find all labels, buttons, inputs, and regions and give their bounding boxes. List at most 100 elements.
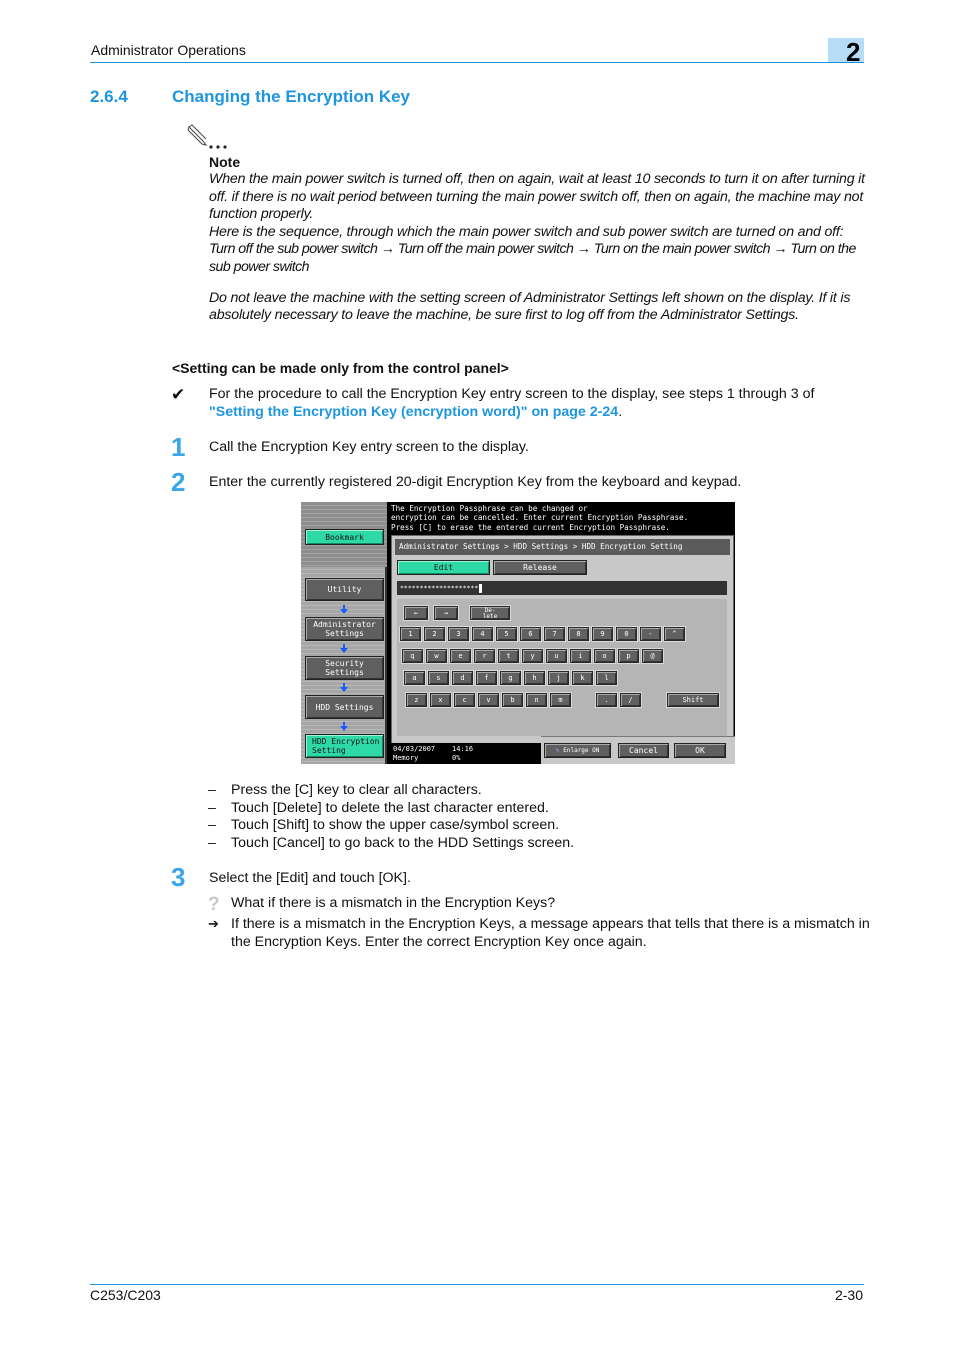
soft-keyboard: ← → De- lete Shift 1 2 3 4 5 6 7 8 9 0- ^ q w e r t y u i o… <box>397 599 727 736</box>
note-paragraph: Do not leave the machine with the settin… <box>209 289 851 324</box>
screen-breadcrumb: Administrator Settings > HDD Settings > … <box>395 539 730 555</box>
keyboard-key[interactable]: t <box>498 649 519 663</box>
note-item: – Touch [Delete] to delete the last chara… <box>208 799 549 816</box>
status-readout: 04/03/2007 14:16 Memory 0% <box>391 743 541 764</box>
footer-model: C253/C203 <box>90 1287 161 1303</box>
control-panel-heading: <Setting can be made only from the contr… <box>172 360 509 376</box>
keyboard-key[interactable]: j <box>548 671 569 685</box>
keyboard-key[interactable]: ^ <box>664 627 685 641</box>
text-caret <box>479 583 483 593</box>
question-icon: ? <box>208 894 220 915</box>
memory-label: Memory <box>393 754 419 762</box>
cursor-right-key[interactable]: → <box>434 606 458 620</box>
keyboard-key[interactable]: h <box>524 671 545 685</box>
screen-message: The Encryption Passphrase can be changed… <box>391 504 689 532</box>
arrow-right-icon: ➔ <box>208 916 219 931</box>
delete-key[interactable]: De- lete <box>470 606 510 620</box>
note-paragraph: Turn off the sub power switch → Turn off… <box>209 241 856 275</box>
screen-bottom-bar: ✎ Enlarge ON Cancel OK <box>541 736 735 764</box>
keyboard-key[interactable]: s <box>428 671 449 685</box>
keyboard-key[interactable]: 9 <box>592 627 613 641</box>
keyboard-key[interactable]: 7 <box>544 627 565 641</box>
step-text: Call the Encryption Key entry screen to … <box>209 439 529 455</box>
keyboard-key[interactable]: a <box>404 671 425 685</box>
keyboard-key[interactable]: - <box>640 627 661 641</box>
edit-tab[interactable]: Edit <box>397 560 490 575</box>
pencil-note-icon <box>187 124 227 149</box>
keyboard-key[interactable]: 3 <box>448 627 469 641</box>
footer-page-number: 2-30 <box>834 1287 863 1303</box>
keyboard-key[interactable]: 1 <box>400 627 421 641</box>
faq-answer: If there is a mismatch in the Encryption… <box>231 916 870 950</box>
faq-question: What if there is a mismatch in the Encry… <box>231 895 556 911</box>
keyboard-key[interactable]: @ <box>642 649 663 663</box>
prerequisite-text-before: For the procedure to call the Encryption… <box>209 386 815 402</box>
step-2-notes: – Press the [C] key to clear all characte… <box>208 782 574 852</box>
screen-sidebar: Bookmark Utility Administrator Settings … <box>301 502 387 764</box>
section-number: 2.6.4 <box>90 87 128 106</box>
enlarge-button[interactable]: ✎ Enlarge ON <box>544 743 611 758</box>
cancel-button[interactable]: Cancel <box>618 743 669 758</box>
prerequisite-text: For the procedure to call the Encryption… <box>209 386 869 421</box>
path-hdd-encryption-button[interactable]: HDD Encryption Setting <box>305 734 384 758</box>
keyboard-key[interactable]: 6 <box>520 627 541 641</box>
keyboard-key[interactable]: z <box>406 693 427 707</box>
keyboard-key[interactable]: q <box>402 649 423 663</box>
keyboard-key[interactable]: l <box>596 671 617 685</box>
step-text: Select the [Edit] and touch [OK]. <box>209 870 411 886</box>
keyboard-key[interactable]: n <box>526 693 547 707</box>
control-panel-screenshot: Bookmark Utility Administrator Settings … <box>301 502 735 764</box>
keyboard-key[interactable]: . <box>596 693 617 707</box>
keyboard-key[interactable]: u <box>546 649 567 663</box>
keyboard-key[interactable]: i <box>570 649 591 663</box>
shift-key[interactable]: Shift <box>667 693 719 707</box>
path-admin-settings-button[interactable]: Administrator Settings <box>305 617 384 641</box>
bookmark-button[interactable]: Bookmark <box>305 529 384 545</box>
keyboard-key[interactable]: x <box>430 693 451 707</box>
keyboard-key[interactable]: p <box>618 649 639 663</box>
path-hdd-settings-button[interactable]: HDD Settings <box>305 695 384 719</box>
status-date: 04/03/2007 <box>393 745 436 753</box>
step-number: 3 <box>171 862 186 892</box>
step-number: 2 <box>171 467 186 497</box>
release-tab[interactable]: Release <box>493 560 587 575</box>
arrow-down-icon <box>340 683 348 692</box>
arrow-down-icon <box>340 722 348 731</box>
keyboard-key[interactable]: g <box>500 671 521 685</box>
note-paragraph: Here is the sequence, through which the … <box>209 223 844 240</box>
path-security-settings-button[interactable]: Security Settings <box>305 656 384 680</box>
keyboard-key[interactable]: 2 <box>424 627 445 641</box>
header-rule <box>90 62 864 63</box>
cross-reference-link[interactable]: "Setting the Encryption Key (encryption … <box>209 404 618 420</box>
keyboard-key[interactable]: 5 <box>496 627 517 641</box>
running-header-title: Administrator Operations <box>91 42 246 58</box>
passphrase-input[interactable]: ******************** <box>397 581 727 595</box>
keyboard-key[interactable]: f <box>476 671 497 685</box>
encryption-panel: Administrator Settings > HDD Settings > … <box>391 535 734 759</box>
keyboard-key[interactable]: r <box>474 649 495 663</box>
keyboard-key[interactable]: d <box>452 671 473 685</box>
keyboard-key[interactable]: e <box>450 649 471 663</box>
prerequisite-text-after: . <box>618 403 623 420</box>
keyboard-key[interactable]: 4 <box>472 627 493 641</box>
keyboard-key[interactable]: / <box>620 693 641 707</box>
keyboard-key[interactable]: v <box>478 693 499 707</box>
keyboard-key[interactable]: 8 <box>568 627 589 641</box>
footer-rule <box>90 1284 864 1285</box>
path-utility-button[interactable]: Utility <box>305 578 384 601</box>
enlarge-icon: ✎ <box>555 747 560 754</box>
keyboard-key[interactable]: y <box>522 649 543 663</box>
keyboard-key[interactable]: 0 <box>616 627 637 641</box>
keyboard-key[interactable]: o <box>594 649 615 663</box>
keyboard-key[interactable]: c <box>454 693 475 707</box>
note-body: When the main power switch is turned off… <box>209 171 869 325</box>
note-item: – Press the [C] key to clear all characte… <box>208 782 482 798</box>
keyboard-key[interactable]: w <box>426 649 447 663</box>
arrow-down-icon <box>340 644 348 653</box>
ok-button[interactable]: OK <box>674 743 726 758</box>
cursor-left-key[interactable]: ← <box>404 606 428 620</box>
keyboard-key[interactable]: m <box>550 693 571 707</box>
keyboard-key[interactable]: k <box>572 671 593 685</box>
memory-value: 0% <box>452 754 461 762</box>
keyboard-key[interactable]: b <box>502 693 523 707</box>
